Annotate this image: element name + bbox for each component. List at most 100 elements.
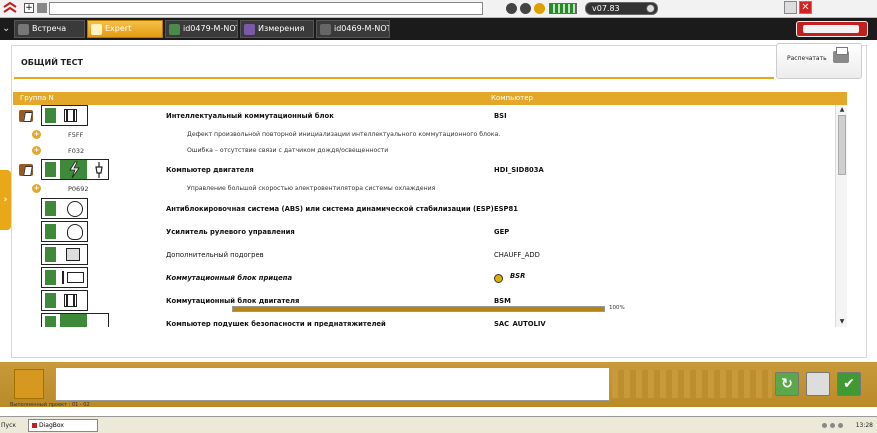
expand-icon[interactable]: + bbox=[32, 184, 41, 193]
ecu-name: Интеллектуальный коммутационный блок bbox=[166, 112, 334, 120]
window-icon[interactable] bbox=[37, 3, 47, 13]
steering-symbol bbox=[67, 224, 83, 240]
column-group[interactable]: Группа N bbox=[20, 92, 54, 105]
tray-icon[interactable] bbox=[830, 423, 835, 428]
table-row[interactable]: Дополнительный подогрев CHAUFF_ADD bbox=[13, 243, 835, 266]
report-icon[interactable] bbox=[19, 164, 33, 176]
os-taskbar: Пуск DiagBox 13:28 bbox=[0, 416, 877, 433]
globe-icon[interactable] bbox=[520, 3, 531, 14]
refresh-icon: ↻ bbox=[781, 376, 793, 392]
tab-ecu-2[interactable]: id0469-M-NOT... bbox=[316, 20, 390, 38]
engine-ecu-icon bbox=[41, 159, 109, 180]
tab-expert[interactable]: Expert bbox=[87, 20, 163, 38]
home-icon bbox=[18, 24, 29, 35]
status-text: Выполненный проект : 01 - 02 bbox=[10, 402, 90, 408]
validate-button[interactable]: ✔ bbox=[837, 372, 861, 396]
print-label: Распечатать bbox=[787, 55, 827, 62]
ecu-computer: ESP81 bbox=[494, 205, 518, 213]
table-scrollbar[interactable]: ▲ ▼ bbox=[835, 105, 847, 327]
airbag-icon bbox=[41, 313, 109, 327]
start-button[interactable]: Пуск bbox=[1, 419, 25, 432]
battery-indicator bbox=[549, 3, 577, 14]
ecu-icon bbox=[169, 24, 180, 35]
minimize-button[interactable] bbox=[784, 1, 797, 14]
warning-icon[interactable] bbox=[534, 3, 545, 14]
taskbar-app-diagbox[interactable]: DiagBox bbox=[28, 419, 98, 432]
measure-icon bbox=[244, 24, 255, 35]
heater-icon bbox=[41, 244, 88, 265]
expand-icon[interactable]: + bbox=[24, 3, 34, 13]
table-row[interactable]: Компьютер двигателя HDI_SID803A bbox=[13, 159, 835, 181]
ecu-name: Усилитель рулевого управления bbox=[166, 228, 295, 236]
page-title: ОБЩИЙ ТЕСТ bbox=[21, 58, 83, 67]
table-row[interactable]: Усилитель рулевого управления GEP bbox=[13, 220, 835, 243]
fault-row[interactable]: + P0692 Управление большой скоростью эле… bbox=[13, 181, 835, 197]
tray-icon[interactable] bbox=[822, 423, 827, 428]
abs-symbol bbox=[67, 201, 83, 217]
scroll-up-icon[interactable]: ▲ bbox=[838, 106, 846, 114]
expand-icon[interactable]: + bbox=[32, 146, 41, 155]
fault-description: Управление большой скоростью электровент… bbox=[187, 185, 436, 192]
report-icon[interactable] bbox=[19, 110, 33, 122]
version-dropdown-icon[interactable] bbox=[646, 4, 655, 13]
refresh-button[interactable]: ↻ bbox=[775, 372, 799, 396]
ecu-name: Компьютер двигателя bbox=[166, 166, 254, 174]
table-row[interactable]: Компьютер подушек безопасности и преднат… bbox=[13, 312, 835, 327]
ecu-computer: BSR bbox=[510, 272, 526, 280]
check-icon: ✔ bbox=[843, 376, 855, 392]
clear-button[interactable] bbox=[806, 372, 830, 396]
fault-description: Ошибка – отсутствие связи с датчиком дож… bbox=[187, 147, 389, 154]
expert-icon bbox=[91, 24, 102, 35]
tab-measurements[interactable]: Измерения bbox=[240, 20, 314, 38]
print-button[interactable]: Распечатать bbox=[776, 43, 862, 79]
bsi-icon bbox=[41, 105, 88, 126]
steering-icon bbox=[41, 221, 88, 242]
scroll-thumb[interactable] bbox=[838, 115, 846, 175]
ecu-computer: CHAUFF_ADD bbox=[494, 251, 540, 259]
trailer-icon bbox=[41, 267, 88, 288]
scroll-down-icon[interactable]: ▼ bbox=[838, 318, 846, 326]
ecu-table: Интеллектуальный коммутационный блок BSI… bbox=[13, 105, 835, 327]
tab-ecu-1[interactable]: id0479-M-NOT... bbox=[165, 20, 238, 38]
fault-row[interactable]: + F032 Ошибка – отсутствие связи с датчи… bbox=[13, 143, 835, 159]
table-row[interactable]: Антиблокировочная система (ABS) или сист… bbox=[13, 197, 835, 220]
tab-bar: ⌄ Встреча Expert id0479-M-NOT... Измерен… bbox=[0, 18, 877, 40]
citroen-logo-icon bbox=[2, 1, 18, 16]
tab-label: Expert bbox=[105, 24, 132, 33]
chevron-down-icon[interactable]: ⌄ bbox=[2, 21, 12, 37]
tab-label: id0479-M-NOT... bbox=[183, 24, 237, 33]
close-button[interactable]: ✕ bbox=[799, 1, 812, 14]
abs-icon bbox=[41, 198, 88, 219]
side-panel-toggle[interactable]: › bbox=[0, 170, 11, 230]
fault-row[interactable]: + F5FF Дефект произвольной повторной ини… bbox=[13, 127, 835, 143]
table-row[interactable]: Коммутационный блок прицепа BSR bbox=[13, 266, 835, 289]
expand-icon[interactable]: + bbox=[32, 130, 41, 139]
ecu-computer: BSM bbox=[494, 297, 511, 305]
address-field[interactable] bbox=[49, 2, 483, 15]
clock: 13:28 bbox=[855, 422, 873, 429]
ecu-icon bbox=[320, 24, 331, 35]
title-strip: + v07.83 ✕ bbox=[0, 0, 877, 18]
star-icon bbox=[494, 274, 503, 283]
column-computer[interactable]: Компьютер bbox=[491, 92, 533, 105]
title-underline bbox=[14, 77, 774, 79]
bottom-decoration bbox=[612, 370, 772, 398]
vehicle-badge[interactable] bbox=[796, 21, 868, 37]
fault-code: P0692 bbox=[68, 185, 89, 193]
ecu-name: Дополнительный подогрев bbox=[166, 251, 264, 259]
user-icon[interactable] bbox=[506, 3, 517, 14]
ecu-computer: GEP bbox=[494, 228, 510, 236]
fault-code: F032 bbox=[68, 147, 85, 155]
tab-label: Встреча bbox=[32, 24, 67, 33]
tray-icon[interactable] bbox=[838, 423, 843, 428]
tab-meeting[interactable]: Встреча bbox=[14, 20, 85, 38]
progress-bar bbox=[232, 306, 605, 312]
ecu-computer: SAC_AUTOLIV bbox=[494, 320, 546, 327]
table-row[interactable]: Интеллектуальный коммутационный блок BSI bbox=[13, 105, 835, 127]
ecu-name: Коммутационный блок прицепа bbox=[166, 274, 293, 282]
fault-description: Дефект произвольной повторной инициализа… bbox=[187, 131, 501, 138]
ecu-name: Компьютер подушек безопасности и преднат… bbox=[166, 320, 386, 327]
ecu-computer: BSI bbox=[494, 112, 507, 120]
progress-percent: 100% bbox=[609, 305, 625, 311]
ecu-name: Коммутационный блок двигателя bbox=[166, 297, 300, 305]
